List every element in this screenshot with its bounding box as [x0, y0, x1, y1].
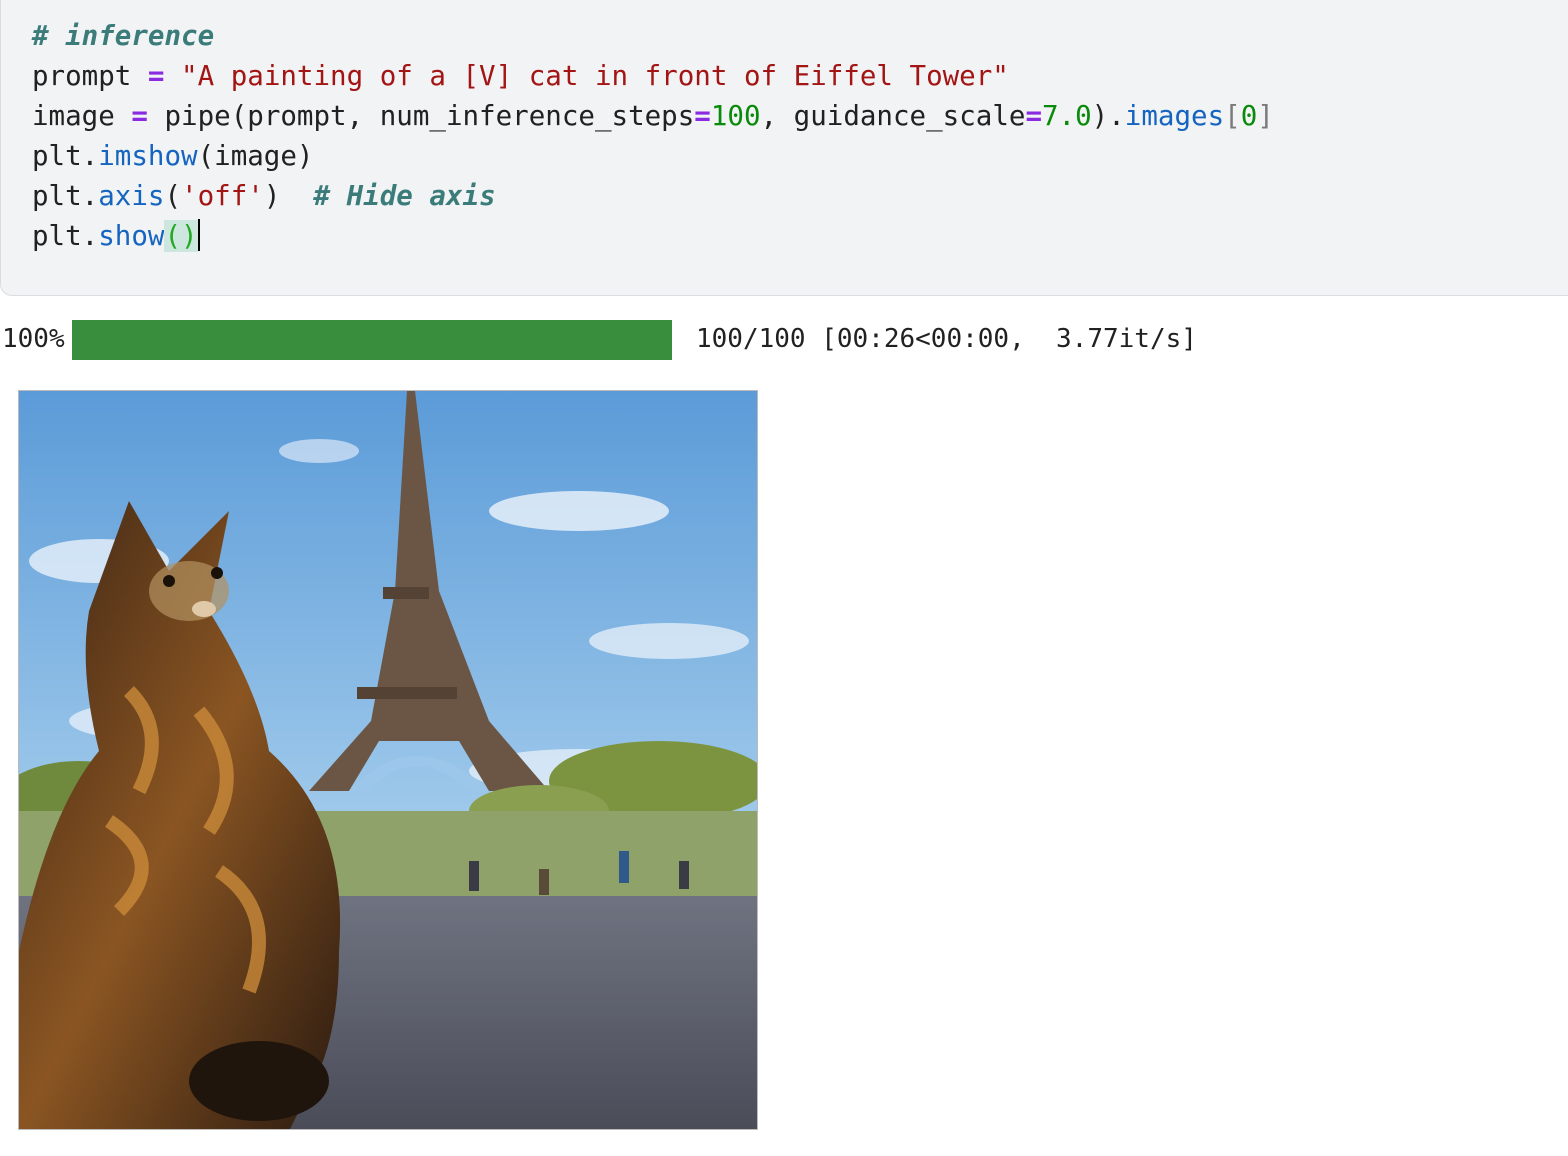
progress-bar	[72, 320, 672, 360]
progress-bar-fill	[72, 320, 672, 360]
code-comment: # Hide axis	[313, 180, 496, 212]
code-editor[interactable]: # inference prompt = "A painting of a [V…	[32, 16, 1274, 256]
code-token: prompt	[32, 60, 132, 92]
code-bracket: [	[1224, 100, 1241, 132]
code-token: plt.	[32, 140, 99, 172]
progress-output: 100% 100/100 [00:26<00:00, 3.77it/s]	[0, 318, 1568, 362]
output-image	[18, 390, 758, 1130]
code-bracket-match: ()	[164, 220, 198, 252]
code-operator: =	[1025, 100, 1042, 132]
code-operator: =	[131, 100, 148, 132]
code-function: axis	[98, 180, 165, 212]
code-attribute: images	[1124, 100, 1225, 132]
code-string: 'off'	[181, 180, 264, 212]
code-operator: =	[147, 60, 165, 92]
code-token: )	[263, 180, 281, 212]
code-function: show	[98, 220, 165, 252]
code-token: image	[32, 100, 115, 132]
code-bracket: ]	[1257, 100, 1274, 132]
code-number: 7.0	[1042, 100, 1092, 132]
progress-status: 100/100 [00:26<00:00, 3.77it/s]	[696, 324, 1197, 354]
code-token: (	[164, 180, 182, 212]
code-operator: =	[694, 100, 711, 132]
code-comment: # inference	[32, 20, 215, 52]
code-number: 0	[1240, 100, 1258, 132]
code-token: , guidance_scale	[760, 100, 1026, 132]
code-string: "A painting of a [V] cat in front of Eif…	[181, 60, 1009, 92]
code-token: pipe(prompt, num_inference_steps	[164, 100, 695, 132]
cat-eiffel-painting	[19, 391, 757, 1129]
code-function: imshow	[98, 140, 198, 172]
code-token: ).	[1091, 100, 1125, 132]
code-token: (image)	[197, 140, 314, 172]
text-cursor	[197, 219, 200, 251]
code-token: plt.	[32, 220, 99, 252]
code-number: 100	[710, 100, 761, 132]
code-token: plt.	[32, 180, 99, 212]
progress-percent: 100%	[2, 324, 65, 354]
